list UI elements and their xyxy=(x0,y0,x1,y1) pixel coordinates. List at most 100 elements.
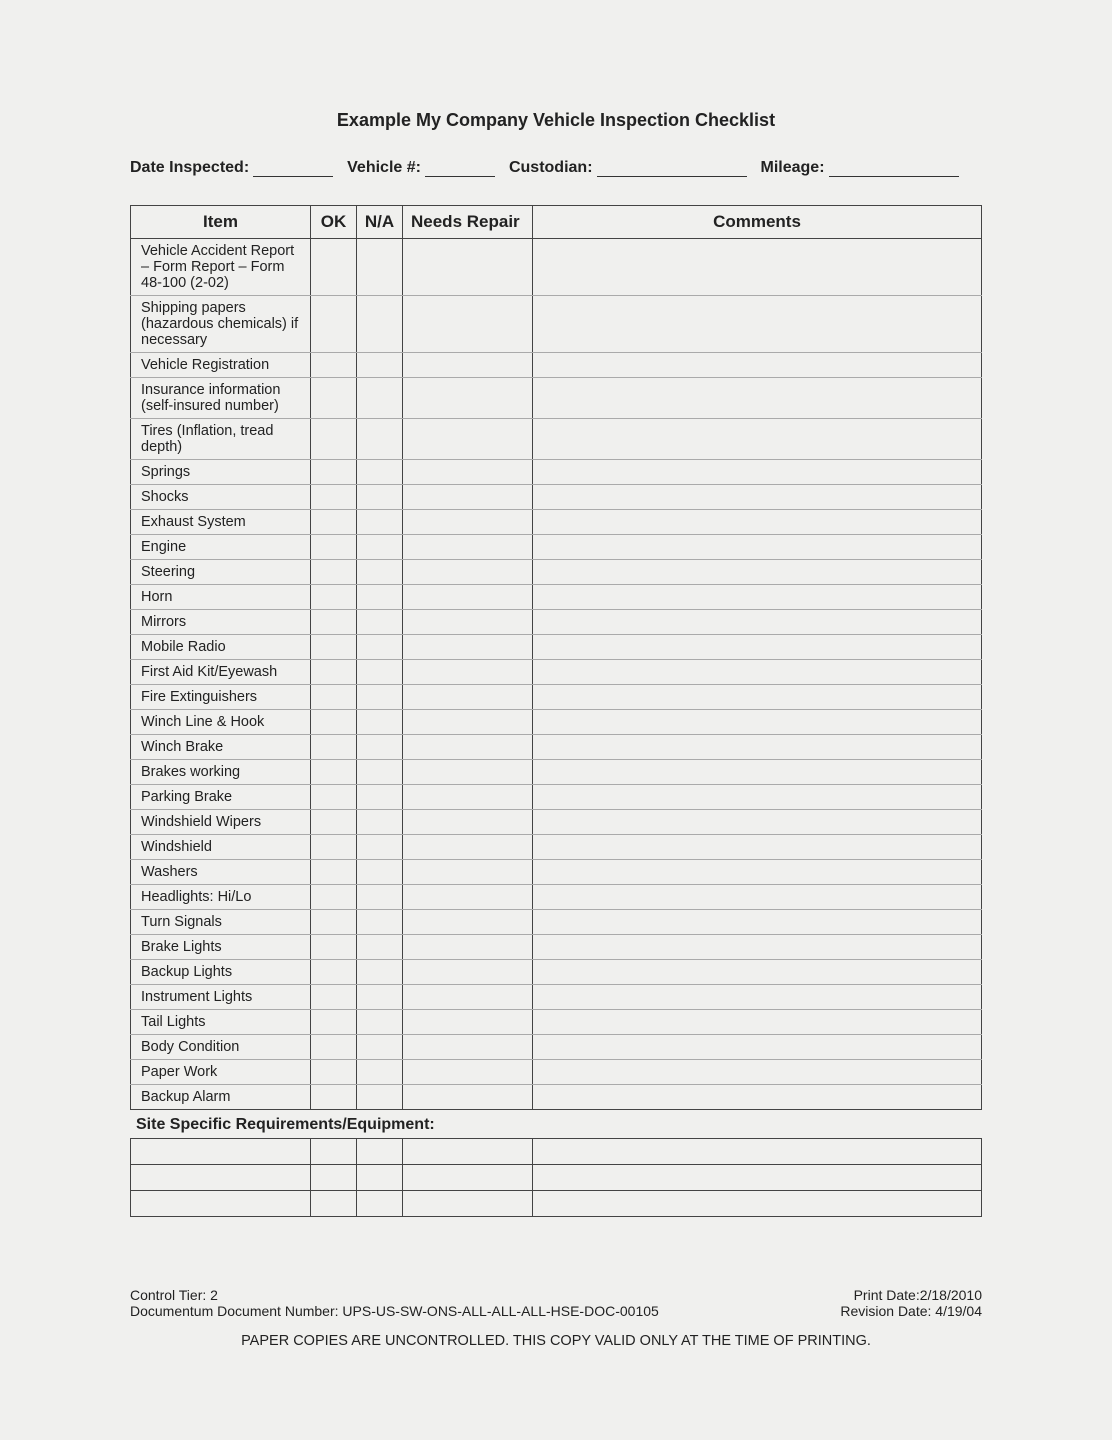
extra-cell[interactable] xyxy=(533,1139,982,1165)
ok-cell[interactable] xyxy=(311,610,357,635)
na-cell[interactable] xyxy=(357,835,403,860)
ok-cell[interactable] xyxy=(311,635,357,660)
extra-cell[interactable] xyxy=(403,1139,533,1165)
ok-cell[interactable] xyxy=(311,760,357,785)
repair-cell[interactable] xyxy=(403,885,533,910)
ok-cell[interactable] xyxy=(311,810,357,835)
extra-cell[interactable] xyxy=(533,1191,982,1217)
na-cell[interactable] xyxy=(357,1010,403,1035)
na-cell[interactable] xyxy=(357,635,403,660)
extra-cell[interactable] xyxy=(131,1191,311,1217)
ok-cell[interactable] xyxy=(311,935,357,960)
repair-cell[interactable] xyxy=(403,1060,533,1085)
ok-cell[interactable] xyxy=(311,735,357,760)
extra-cell[interactable] xyxy=(357,1139,403,1165)
na-cell[interactable] xyxy=(357,785,403,810)
repair-cell[interactable] xyxy=(403,610,533,635)
comments-cell[interactable] xyxy=(533,635,982,660)
repair-cell[interactable] xyxy=(403,985,533,1010)
comments-cell[interactable] xyxy=(533,296,982,353)
repair-cell[interactable] xyxy=(403,635,533,660)
comments-cell[interactable] xyxy=(533,810,982,835)
comments-cell[interactable] xyxy=(533,485,982,510)
comments-cell[interactable] xyxy=(533,460,982,485)
ok-cell[interactable] xyxy=(311,560,357,585)
comments-cell[interactable] xyxy=(533,353,982,378)
na-cell[interactable] xyxy=(357,810,403,835)
extra-cell[interactable] xyxy=(403,1191,533,1217)
ok-cell[interactable] xyxy=(311,353,357,378)
na-cell[interactable] xyxy=(357,1060,403,1085)
vehicle-number-field[interactable] xyxy=(425,160,495,177)
comments-cell[interactable] xyxy=(533,660,982,685)
comments-cell[interactable] xyxy=(533,885,982,910)
repair-cell[interactable] xyxy=(403,960,533,985)
ok-cell[interactable] xyxy=(311,885,357,910)
ok-cell[interactable] xyxy=(311,419,357,460)
ok-cell[interactable] xyxy=(311,1085,357,1110)
repair-cell[interactable] xyxy=(403,685,533,710)
repair-cell[interactable] xyxy=(403,710,533,735)
ok-cell[interactable] xyxy=(311,910,357,935)
ok-cell[interactable] xyxy=(311,960,357,985)
ok-cell[interactable] xyxy=(311,378,357,419)
comments-cell[interactable] xyxy=(533,685,982,710)
ok-cell[interactable] xyxy=(311,510,357,535)
repair-cell[interactable] xyxy=(403,560,533,585)
ok-cell[interactable] xyxy=(311,485,357,510)
comments-cell[interactable] xyxy=(533,610,982,635)
na-cell[interactable] xyxy=(357,685,403,710)
na-cell[interactable] xyxy=(357,378,403,419)
repair-cell[interactable] xyxy=(403,910,533,935)
ok-cell[interactable] xyxy=(311,1010,357,1035)
extra-cell[interactable] xyxy=(357,1191,403,1217)
ok-cell[interactable] xyxy=(311,660,357,685)
extra-cell[interactable] xyxy=(311,1139,357,1165)
repair-cell[interactable] xyxy=(403,810,533,835)
comments-cell[interactable] xyxy=(533,1035,982,1060)
ok-cell[interactable] xyxy=(311,239,357,296)
na-cell[interactable] xyxy=(357,560,403,585)
ok-cell[interactable] xyxy=(311,835,357,860)
repair-cell[interactable] xyxy=(403,419,533,460)
repair-cell[interactable] xyxy=(403,353,533,378)
extra-cell[interactable] xyxy=(357,1165,403,1191)
repair-cell[interactable] xyxy=(403,935,533,960)
repair-cell[interactable] xyxy=(403,1010,533,1035)
ok-cell[interactable] xyxy=(311,985,357,1010)
na-cell[interactable] xyxy=(357,660,403,685)
na-cell[interactable] xyxy=(357,735,403,760)
comments-cell[interactable] xyxy=(533,710,982,735)
ok-cell[interactable] xyxy=(311,1060,357,1085)
comments-cell[interactable] xyxy=(533,1010,982,1035)
comments-cell[interactable] xyxy=(533,910,982,935)
extra-cell[interactable] xyxy=(403,1165,533,1191)
na-cell[interactable] xyxy=(357,610,403,635)
comments-cell[interactable] xyxy=(533,860,982,885)
custodian-field[interactable] xyxy=(597,160,747,177)
ok-cell[interactable] xyxy=(311,1035,357,1060)
na-cell[interactable] xyxy=(357,296,403,353)
comments-cell[interactable] xyxy=(533,735,982,760)
na-cell[interactable] xyxy=(357,960,403,985)
ok-cell[interactable] xyxy=(311,585,357,610)
ok-cell[interactable] xyxy=(311,460,357,485)
na-cell[interactable] xyxy=(357,460,403,485)
extra-cell[interactable] xyxy=(131,1139,311,1165)
comments-cell[interactable] xyxy=(533,935,982,960)
na-cell[interactable] xyxy=(357,935,403,960)
repair-cell[interactable] xyxy=(403,378,533,419)
extra-cell[interactable] xyxy=(533,1165,982,1191)
repair-cell[interactable] xyxy=(403,1035,533,1060)
ok-cell[interactable] xyxy=(311,710,357,735)
comments-cell[interactable] xyxy=(533,785,982,810)
na-cell[interactable] xyxy=(357,910,403,935)
na-cell[interactable] xyxy=(357,510,403,535)
repair-cell[interactable] xyxy=(403,835,533,860)
ok-cell[interactable] xyxy=(311,860,357,885)
mileage-field[interactable] xyxy=(829,160,959,177)
repair-cell[interactable] xyxy=(403,535,533,560)
comments-cell[interactable] xyxy=(533,535,982,560)
na-cell[interactable] xyxy=(357,585,403,610)
na-cell[interactable] xyxy=(357,1085,403,1110)
